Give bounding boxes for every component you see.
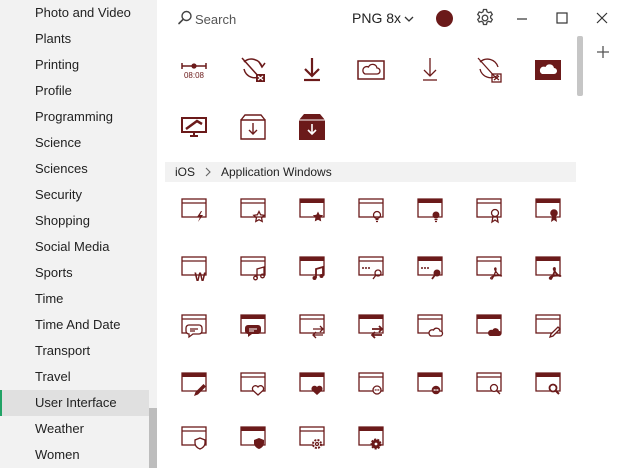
maximize-icon[interactable]	[554, 10, 570, 26]
sidebar-item[interactable]: Printing	[0, 52, 149, 78]
app-window-pdf-filled-icon[interactable]	[531, 251, 565, 285]
timeline-icon[interactable]: 08:08	[177, 53, 211, 87]
app-window-word-icon[interactable]: W	[177, 251, 211, 285]
app-window-search-icon[interactable]	[472, 367, 506, 401]
download-box-filled-icon[interactable]	[295, 110, 329, 144]
app-window-dots-icon[interactable]	[354, 367, 388, 401]
no-sync-icon[interactable]	[236, 53, 270, 87]
sidebar-item[interactable]: Programming	[0, 104, 149, 130]
app-window-pen-icon[interactable]	[531, 309, 565, 343]
app-window-transfer-filled-icon[interactable]	[354, 309, 388, 343]
app-window-pen-filled-icon[interactable]	[177, 367, 211, 401]
download-box-icon[interactable]	[236, 110, 270, 144]
sidebar-item[interactable]: Security	[0, 182, 149, 208]
gear-icon[interactable]	[475, 8, 495, 28]
color-picker-swatch[interactable]	[436, 10, 453, 27]
app-window-award-filled-icon[interactable]	[531, 193, 565, 227]
app-window-password-filled-icon[interactable]	[413, 251, 447, 285]
app-window-star-icon[interactable]	[236, 193, 270, 227]
chevron-right-icon	[205, 167, 211, 177]
cloud-icon[interactable]	[354, 53, 388, 87]
sidebar-item[interactable]: Social Media	[0, 234, 149, 260]
content-scrollbar-thumb[interactable]	[577, 36, 583, 96]
app-window-music-icon[interactable]	[236, 251, 270, 285]
sidebar-item[interactable]: Plants	[0, 26, 149, 52]
chevron-down-icon	[404, 16, 414, 23]
sidebar-scrollbar-thumb[interactable]	[149, 408, 157, 468]
app-window-search-filled-icon[interactable]	[531, 367, 565, 401]
minimize-icon[interactable]	[514, 10, 530, 26]
format-label: PNG 8x	[352, 10, 402, 26]
app-window-password-icon[interactable]	[354, 251, 388, 285]
app-window-transfer-icon[interactable]	[295, 309, 329, 343]
app-window-heart-filled-icon[interactable]	[295, 367, 329, 401]
breadcrumb-category[interactable]: Application Windows	[221, 162, 332, 182]
sidebar-item[interactable]: Science	[0, 130, 149, 156]
app-window-award-icon[interactable]	[472, 193, 506, 227]
app-window-flash-icon[interactable]	[177, 193, 211, 227]
app-window-cloud-icon[interactable]	[413, 309, 447, 343]
sidebar-item-active[interactable]: User Interface	[0, 390, 149, 416]
svg-text:08:08: 08:08	[184, 71, 205, 80]
format-dropdown[interactable]: PNG 8x	[352, 8, 414, 28]
app-window-chat-filled-icon[interactable]	[236, 309, 270, 343]
sidebar-item[interactable]: Sciences	[0, 156, 149, 182]
download-outline-icon[interactable]	[413, 53, 447, 87]
sidebar-item[interactable]: Weather	[0, 416, 149, 442]
computer-support-icon[interactable]	[177, 110, 211, 144]
sidebar-item[interactable]: Women	[0, 442, 149, 468]
cloud-filled-icon[interactable]	[531, 53, 565, 87]
main-panel: PNG 8x 08:08 iOS	[157, 0, 624, 468]
app-window-heart-icon[interactable]	[236, 367, 270, 401]
app-window-shield-icon[interactable]	[177, 421, 211, 455]
sidebar-item[interactable]: Transport	[0, 338, 149, 364]
plus-icon[interactable]	[595, 44, 611, 60]
app-window-chat-icon[interactable]	[177, 309, 211, 343]
sidebar-item[interactable]: Time And Date	[0, 312, 149, 338]
app-window-shield-filled-icon[interactable]	[236, 421, 270, 455]
app-window-music-filled-icon[interactable]	[295, 251, 329, 285]
app-window-gear-icon[interactable]	[295, 421, 329, 455]
search-input[interactable]	[193, 8, 317, 30]
app-window-gear-filled-icon[interactable]	[354, 421, 388, 455]
sidebar-item[interactable]: Sports	[0, 260, 149, 286]
app-window-pdf-icon[interactable]	[472, 251, 506, 285]
sidebar-item[interactable]: Profile	[0, 78, 149, 104]
app-window-bulb-icon[interactable]	[354, 193, 388, 227]
no-sync-box-icon[interactable]	[472, 53, 506, 87]
close-icon[interactable]	[594, 10, 610, 26]
sidebar-item[interactable]: Time	[0, 286, 149, 312]
download-icon[interactable]	[295, 53, 329, 87]
breadcrumb-platform[interactable]: iOS	[175, 162, 195, 182]
app-window-cloud-filled-icon[interactable]	[472, 309, 506, 343]
search-icon[interactable]	[177, 10, 193, 26]
category-sidebar: Photo and Video Plants Printing Profile …	[0, 0, 157, 468]
app-window-dots-filled-icon[interactable]	[413, 367, 447, 401]
sidebar-item[interactable]: Shopping	[0, 208, 149, 234]
app-window-bulb-filled-icon[interactable]	[413, 193, 447, 227]
svg-text:W: W	[194, 270, 206, 284]
sidebar-item[interactable]: Travel	[0, 364, 149, 390]
app-window-star-filled-icon[interactable]	[295, 193, 329, 227]
sidebar-item[interactable]: Photo and Video	[0, 0, 149, 26]
breadcrumb: iOS Application Windows	[165, 162, 576, 182]
